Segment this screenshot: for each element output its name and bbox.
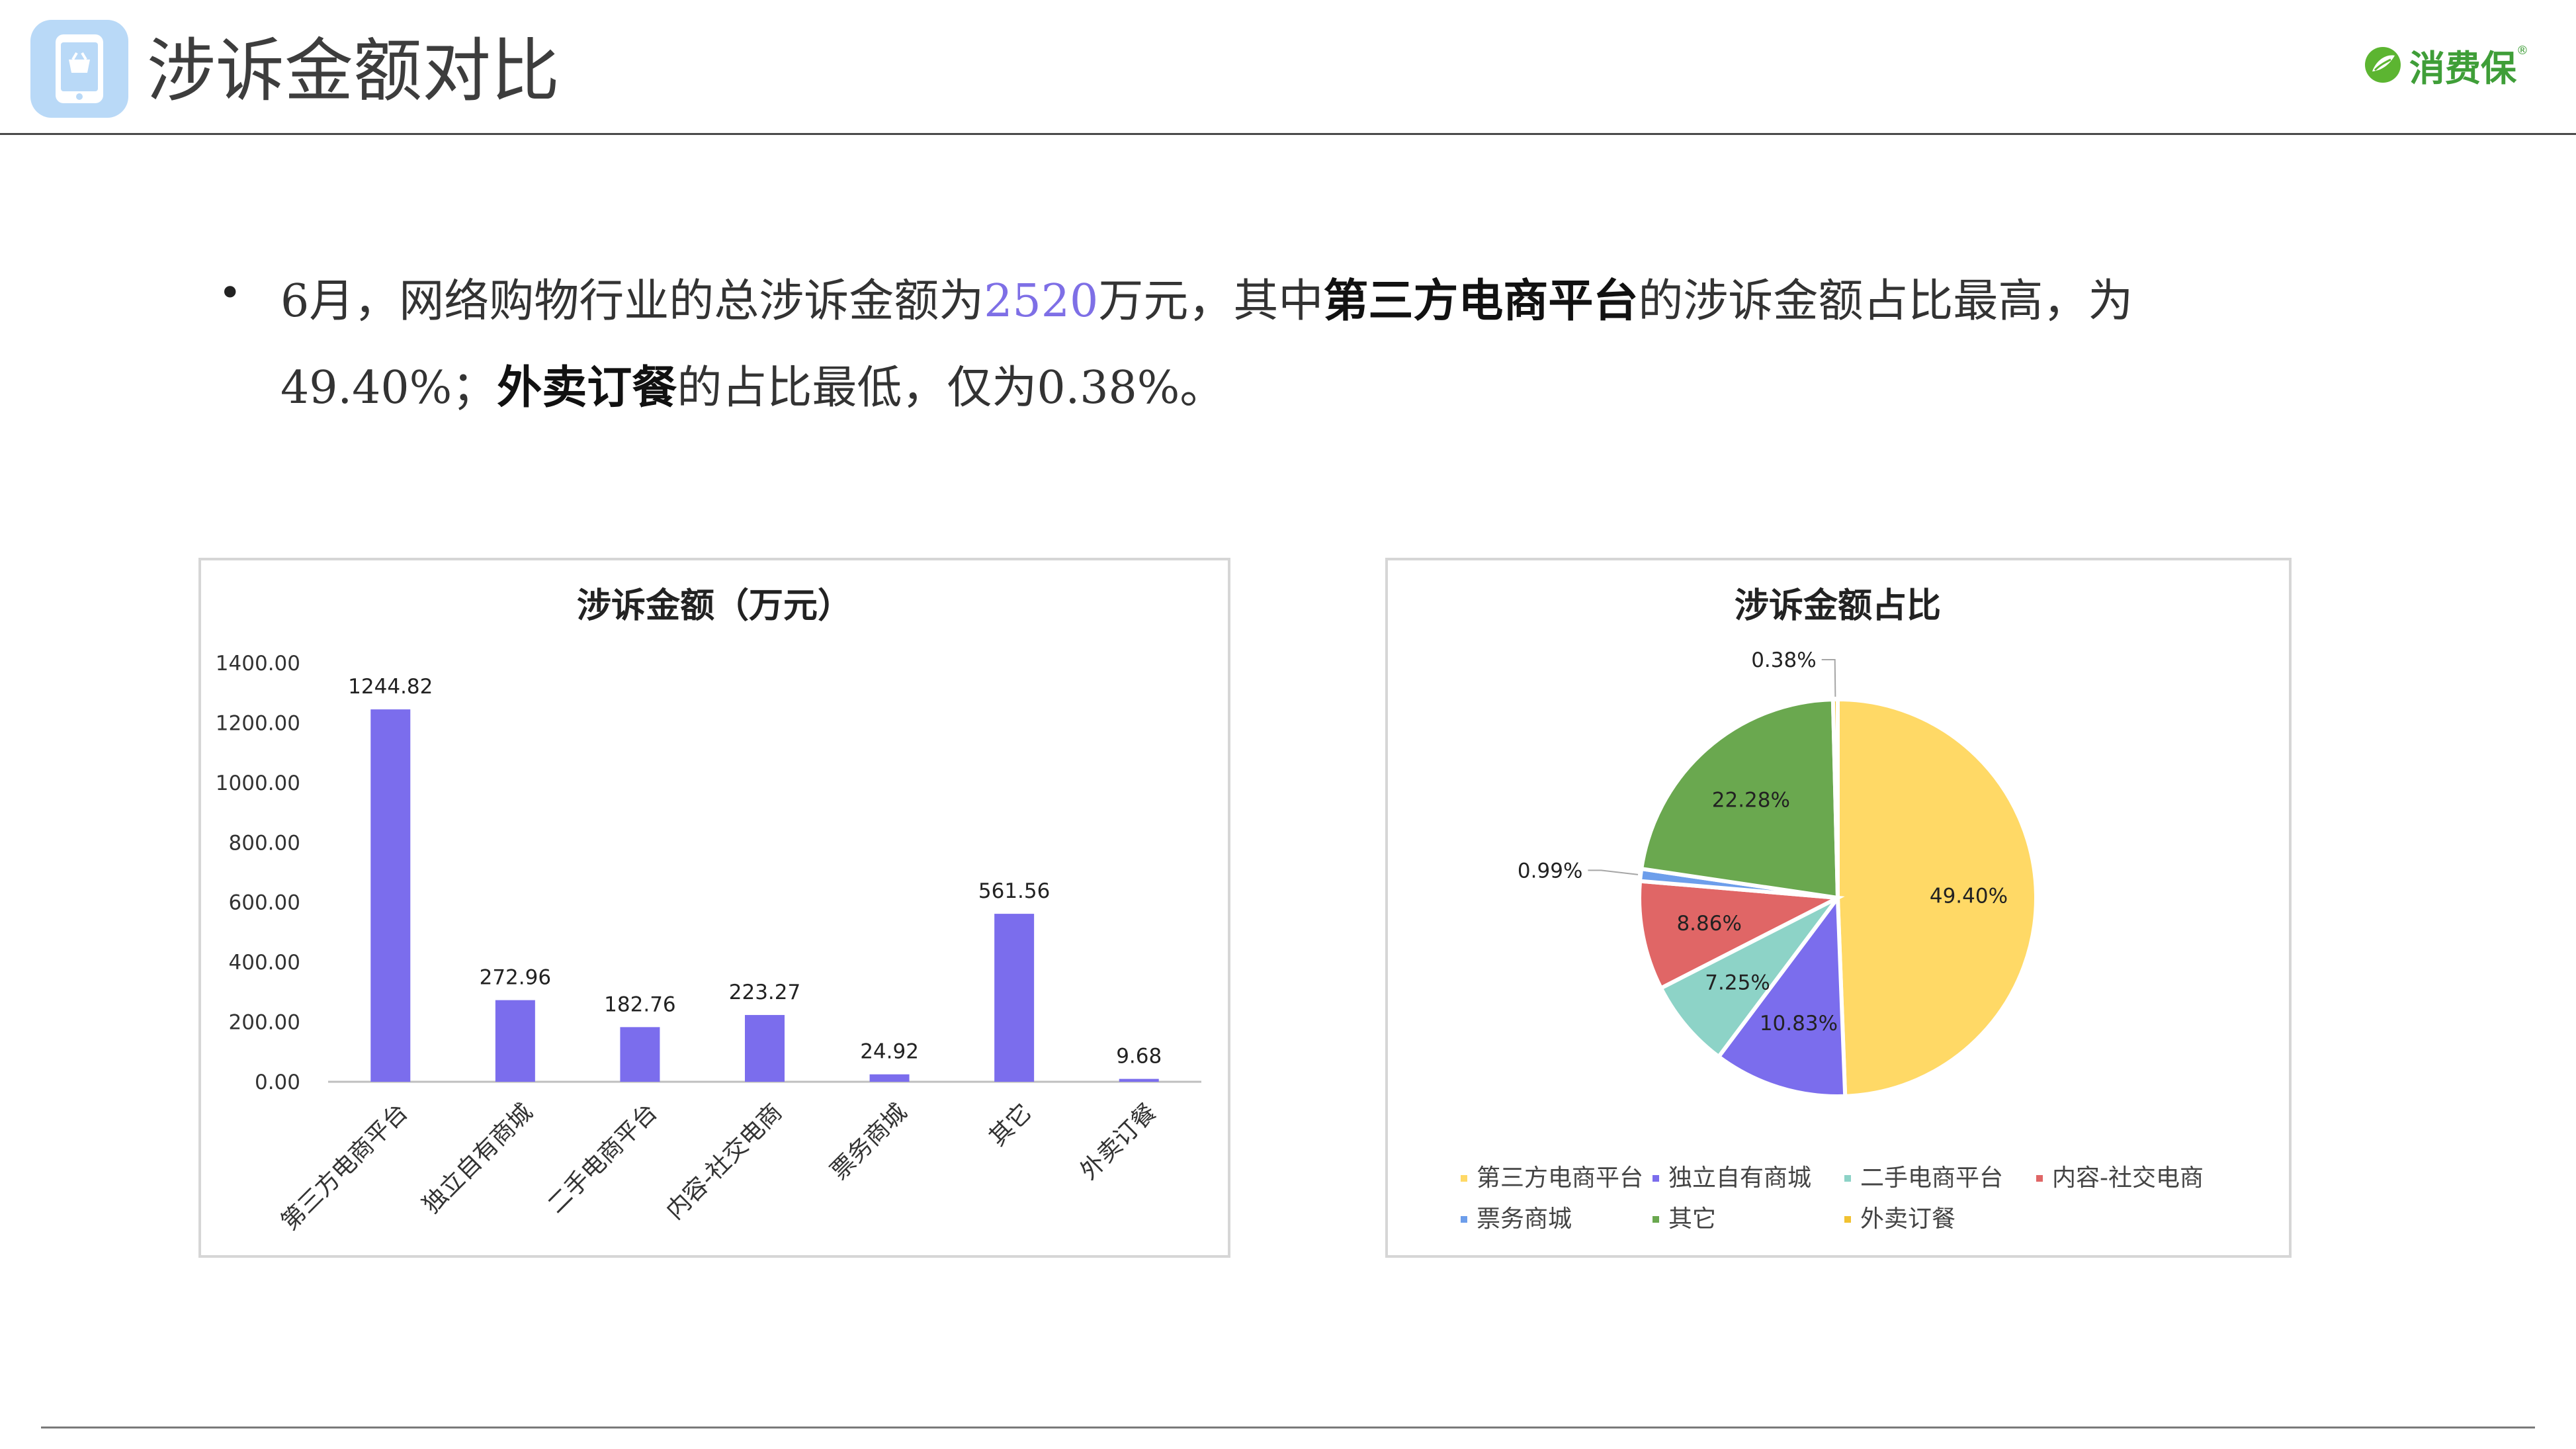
summary-paragraph: 6月，网络购物行业的总涉诉金额为2520万元，其中第三方电商平台的涉诉金额占比最… [280, 258, 2292, 431]
bar-chart-panel: 涉诉金额（万元） 0.00 200.00 400.00 600.00 800.00 100… [198, 558, 1230, 1258]
pie-chart: 涉诉金额占比 49.40% 10.83% 7.25% 8.86% 0.99% 22.28%… [1461, 586, 2204, 1233]
y-tick-label: 800.00 [229, 831, 300, 855]
legend-swatch [2036, 1175, 2043, 1182]
category-label: 票务商城 [826, 1098, 912, 1185]
pie-value-label: 22.28% [1712, 789, 1790, 812]
leader-line [1821, 659, 1836, 697]
summary-top-category: 第三方电商平台 [1323, 275, 1639, 328]
pie-value-label: 49.40% [1930, 884, 2008, 908]
bullet-dot: • [218, 270, 242, 316]
y-tick-label: 600.00 [229, 891, 300, 915]
header-divider [0, 133, 2576, 135]
bar [620, 1027, 660, 1082]
legend-swatch [1461, 1175, 1467, 1182]
legend-swatch [1653, 1216, 1659, 1223]
pie-chart-panel: 涉诉金额占比 49.40% 10.83% 7.25% 8.86% 0.99% 22.28%… [1385, 558, 2292, 1258]
summary-low-category: 外卖订餐 [497, 361, 677, 414]
bar [1119, 1078, 1159, 1082]
bar [745, 1015, 785, 1082]
category-label: 独立自有商城 [417, 1098, 538, 1219]
legend-label: 二手电商平台 [1860, 1164, 2003, 1192]
pie-value-label: 0.38% [1751, 648, 1816, 672]
category-label: 其它 [984, 1098, 1037, 1151]
bar-value-label: 9.68 [1116, 1045, 1162, 1069]
bar [495, 1000, 535, 1082]
category-label: 内容-社交电商 [661, 1098, 787, 1225]
summary-total: 2520 [984, 275, 1099, 328]
legend-label: 第三方电商平台 [1477, 1164, 1643, 1192]
bar-chart-title: 涉诉金额（万元） [577, 586, 852, 626]
brand-logo: 消费保 ® [2363, 38, 2528, 91]
bar [869, 1074, 910, 1082]
registered-mark: ® [2516, 43, 2528, 58]
pie-value-label: 0.99% [1518, 859, 1582, 883]
y-tick-label: 1200.00 [216, 711, 300, 735]
summary-text-4: 的占比最低，仅为0.38%。 [677, 362, 1225, 414]
logo-text: 消费保 [2409, 47, 2516, 89]
legend-swatch [1844, 1175, 1851, 1182]
y-tick-label: 200.00 [229, 1011, 300, 1035]
bar-value-label: 561.56 [978, 879, 1050, 903]
category-label: 第三方电商平台 [276, 1098, 413, 1235]
category-label: 外卖订餐 [1075, 1098, 1162, 1185]
legend-label: 内容-社交电商 [2052, 1164, 2204, 1192]
legend-swatch [1653, 1175, 1659, 1182]
legend-label: 独立自有商城 [1668, 1164, 1811, 1192]
summary-text-1: 6月，网络购物行业的总涉诉金额为 [280, 275, 984, 328]
bar-value-label: 272.96 [480, 966, 551, 990]
category-label: 二手电商平台 [542, 1098, 663, 1219]
legend-swatch [1844, 1216, 1851, 1223]
bar-value-label: 24.92 [860, 1040, 919, 1064]
shopping-tablet-icon [30, 20, 128, 118]
pie-value-label: 7.25% [1705, 971, 1770, 995]
pie-value-label: 10.83% [1760, 1012, 1838, 1035]
page-title: 涉诉金额对比 [147, 30, 560, 111]
bar-value-label: 223.27 [729, 981, 800, 1004]
legend-swatch [1461, 1216, 1467, 1223]
y-tick-label: 1400.00 [216, 652, 300, 676]
bar-chart: 涉诉金额（万元） 0.00 200.00 400.00 600.00 800.00 100… [216, 586, 1201, 1236]
y-tick-label: 0.00 [255, 1071, 300, 1094]
pie-value-label: 8.86% [1676, 912, 1741, 936]
legend-label: 外卖订餐 [1860, 1206, 1955, 1233]
legend-label: 票务商城 [1477, 1206, 1572, 1233]
bar-value-label: 182.76 [604, 992, 675, 1016]
y-tick-label: 400.00 [229, 951, 300, 975]
footer-divider [41, 1427, 2535, 1428]
leader-line [1588, 869, 1639, 875]
y-tick-label: 1000.00 [216, 771, 300, 795]
pie-chart-title: 涉诉金额占比 [1735, 586, 1941, 626]
bar [994, 914, 1035, 1082]
bar-value-label: 1244.82 [348, 675, 433, 699]
bar [370, 709, 411, 1082]
summary-text-2: 万元，其中 [1098, 275, 1324, 328]
legend-label: 其它 [1668, 1206, 1716, 1233]
leaf-logo-icon [2365, 47, 2401, 83]
